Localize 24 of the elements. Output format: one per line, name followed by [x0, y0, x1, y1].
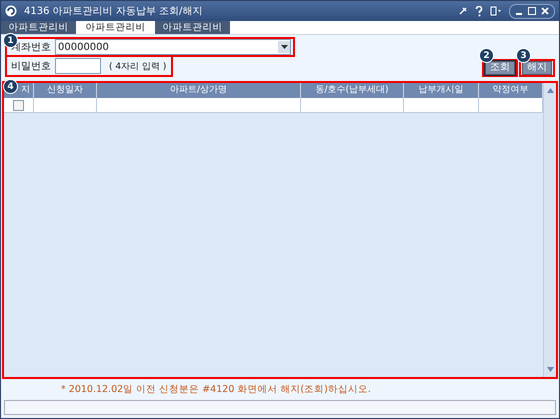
- help-icon[interactable]: [475, 6, 483, 16]
- annotation-badge: 3: [516, 48, 531, 63]
- password-hint: ( 4자리 입력 ): [109, 60, 166, 72]
- close-icon: [541, 7, 549, 15]
- annotation-badge: 4: [3, 79, 18, 94]
- scroll-down-icon[interactable]: [546, 367, 554, 372]
- account-dropdown[interactable]: 00000000: [55, 39, 291, 55]
- scrollbar[interactable]: [543, 83, 556, 377]
- caret-icon: [280, 45, 288, 49]
- password-field[interactable]: [55, 58, 101, 74]
- maximize-icon: [528, 7, 536, 15]
- maximize-button[interactable]: [526, 6, 538, 16]
- tab[interactable]: 아파트관리비: [155, 21, 230, 34]
- notice-text: * 2010.12.02일 이전 신청분은 #4120 화면에서 해지(조회)하십시오.: [60, 383, 372, 397]
- close-button[interactable]: [539, 6, 551, 16]
- annotation-badge: 2: [479, 48, 494, 63]
- password-label: 비밀번호: [11, 60, 51, 73]
- row-checkbox[interactable]: [13, 100, 24, 110]
- app-icon: [5, 5, 17, 17]
- menu-icon[interactable]: [490, 6, 502, 16]
- tab[interactable]: 아파트관리비: [1, 21, 76, 34]
- window-title: 4136 아파트관리비 자동납부 조회/해지: [24, 5, 202, 18]
- pin-icon[interactable]: [458, 6, 468, 16]
- scroll-up-icon[interactable]: [546, 88, 554, 93]
